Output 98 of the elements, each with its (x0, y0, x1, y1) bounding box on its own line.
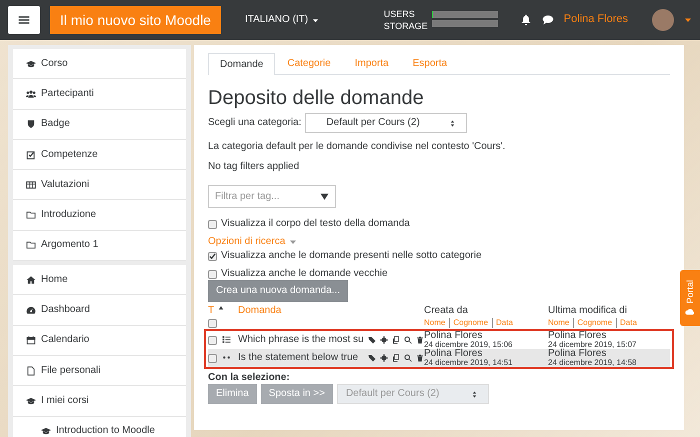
sort-link[interactable]: Data (492, 318, 513, 328)
bell-icon (520, 14, 532, 26)
sort-arrows-icon (449, 118, 456, 128)
folder-icon (26, 210, 36, 220)
date-text: 24 dicembre 2019, 14:51 (424, 358, 514, 367)
sort-link[interactable]: Cognome (573, 318, 612, 328)
zoom-icon[interactable] (404, 354, 412, 362)
target-category-select[interactable]: Default per Cours (2) (336, 384, 489, 404)
page-title: Deposito delle domande (208, 87, 425, 109)
checkbox-label: Visualizza il corpo del testo della domanda (221, 218, 410, 230)
sidebar-item[interactable]: Calendario (13, 326, 186, 356)
checkbox-label: Visualizza anche le domande presenti nelle sotto categorie (221, 250, 482, 262)
house-icon (26, 274, 36, 285)
folder-icon (26, 240, 36, 250)
caret-icon (684, 16, 692, 24)
column-header: Ultima modifica di (548, 305, 628, 317)
caret-icon (289, 238, 298, 246)
author-name: Polina Flores (424, 349, 484, 358)
tab[interactable]: Importa (342, 53, 401, 74)
portal-tab[interactable]: Portal (680, 270, 700, 326)
user-name[interactable]: Polina Flores (564, 13, 628, 27)
usage-label: USERS (384, 8, 416, 20)
checkbox-icon (26, 150, 36, 160)
people-icon (26, 88, 36, 99)
author-name: Polina Flores (548, 349, 608, 358)
user-avatar[interactable] (652, 9, 674, 31)
sidebar-item[interactable]: I miei corsi (13, 386, 186, 417)
sidebar-item[interactable]: Argomento 1 (13, 230, 186, 262)
sidebar-item[interactable]: Partecipanti (13, 79, 186, 110)
column-header: Creata da (424, 305, 469, 317)
tab[interactable]: Categorie (275, 53, 343, 74)
file-icon (26, 366, 36, 376)
bulk-action-button[interactable]: Elimina (208, 384, 257, 404)
tag-icon[interactable] (368, 336, 376, 344)
graduation-cap-icon (41, 426, 51, 436)
sort-asc-icon (218, 305, 224, 311)
checkbox-label: Visualizza anche le domande vecchie (221, 268, 388, 280)
sort-arrows-icon (470, 390, 478, 398)
author-name: Polina Flores (548, 331, 608, 340)
table-icon (26, 180, 36, 190)
menu-button[interactable] (8, 6, 40, 34)
speech-bubble-icon (542, 14, 554, 26)
gauge-icon (26, 305, 36, 316)
checkbox[interactable] (208, 252, 217, 260)
tag-filter-field[interactable]: Filtra per tag... (208, 185, 336, 208)
category-select[interactable]: Default per Cours (2) (305, 113, 468, 133)
sidebar-item[interactable]: Valutazioni (13, 170, 186, 200)
date-text: 24 dicembre 2019, 14:58 (548, 358, 638, 367)
date-text: 24 dicembre 2019, 15:06 (424, 340, 514, 349)
usage-label: STORAGE (384, 20, 429, 32)
question-text: Which phrase is the most su (238, 334, 365, 346)
tag-icon[interactable] (368, 354, 376, 362)
create-question-button[interactable]: Crea una nuova domanda... (208, 280, 348, 302)
row-checkbox[interactable] (208, 336, 217, 344)
graduation-cap-icon (26, 396, 36, 406)
copy-icon[interactable] (392, 336, 400, 344)
trash-icon[interactable] (416, 354, 424, 362)
sort-link[interactable]: Nome (424, 318, 446, 328)
sort-link[interactable]: Nome (548, 318, 570, 328)
caret-icon (312, 16, 320, 24)
tab[interactable]: Esporta (400, 53, 460, 74)
sidebar-item[interactable]: Introduction to Moodle (13, 416, 186, 437)
trash-icon[interactable] (416, 336, 424, 344)
checkbox[interactable] (208, 220, 217, 228)
bulk-action-button[interactable]: Sposta in >> (260, 384, 333, 404)
sidebar-item[interactable]: Home (13, 265, 186, 296)
sidebar-item[interactable]: Badge (13, 110, 186, 140)
sidebar-item[interactable]: Introduzione (13, 200, 186, 231)
sidebar-item[interactable]: Corso (13, 49, 186, 80)
menu-icon (18, 14, 30, 26)
type-column-link[interactable]: T (208, 305, 214, 317)
sidebar-item[interactable]: Dashboard (13, 295, 186, 326)
date-text: 24 dicembre 2019, 15:07 (548, 340, 638, 349)
row-checkbox[interactable] (208, 354, 217, 362)
dropdown-triangle-icon (320, 192, 329, 201)
calendar-icon (26, 335, 36, 346)
selection-label: Con la selezione: (208, 372, 291, 384)
select-all-checkbox[interactable] (208, 318, 217, 328)
checkbox[interactable] (208, 270, 217, 278)
question-column-link[interactable]: Domanda (238, 305, 368, 317)
category-note: La categoria default per le domande condivise nel contesto 'Cours'. (208, 141, 506, 153)
question-text: Is the statement below true (238, 352, 360, 364)
category-label: Scegli una categoria: (208, 117, 302, 129)
zoom-icon[interactable] (404, 336, 412, 344)
graduation-cap-icon (26, 58, 36, 69)
sidebar-item[interactable]: Competenze (13, 140, 186, 170)
search-options-link[interactable]: Opzioni di ricerca (208, 236, 286, 248)
language-label[interactable]: ITALIANO (IT) (244, 14, 308, 26)
site-name-button[interactable]: Il mio nuovo sito Moodle (50, 6, 221, 34)
sort-link[interactable]: Cognome (449, 318, 488, 328)
copy-icon[interactable] (392, 354, 400, 362)
cloud-icon (684, 306, 696, 316)
author-name: Polina Flores (424, 331, 484, 340)
tag-filter-note: No tag filters applied (208, 161, 300, 173)
sort-link[interactable]: Data (616, 318, 637, 328)
shield-icon (26, 119, 36, 130)
sidebar-item[interactable]: File personali (13, 356, 186, 386)
tab[interactable]: Domande (208, 53, 276, 75)
